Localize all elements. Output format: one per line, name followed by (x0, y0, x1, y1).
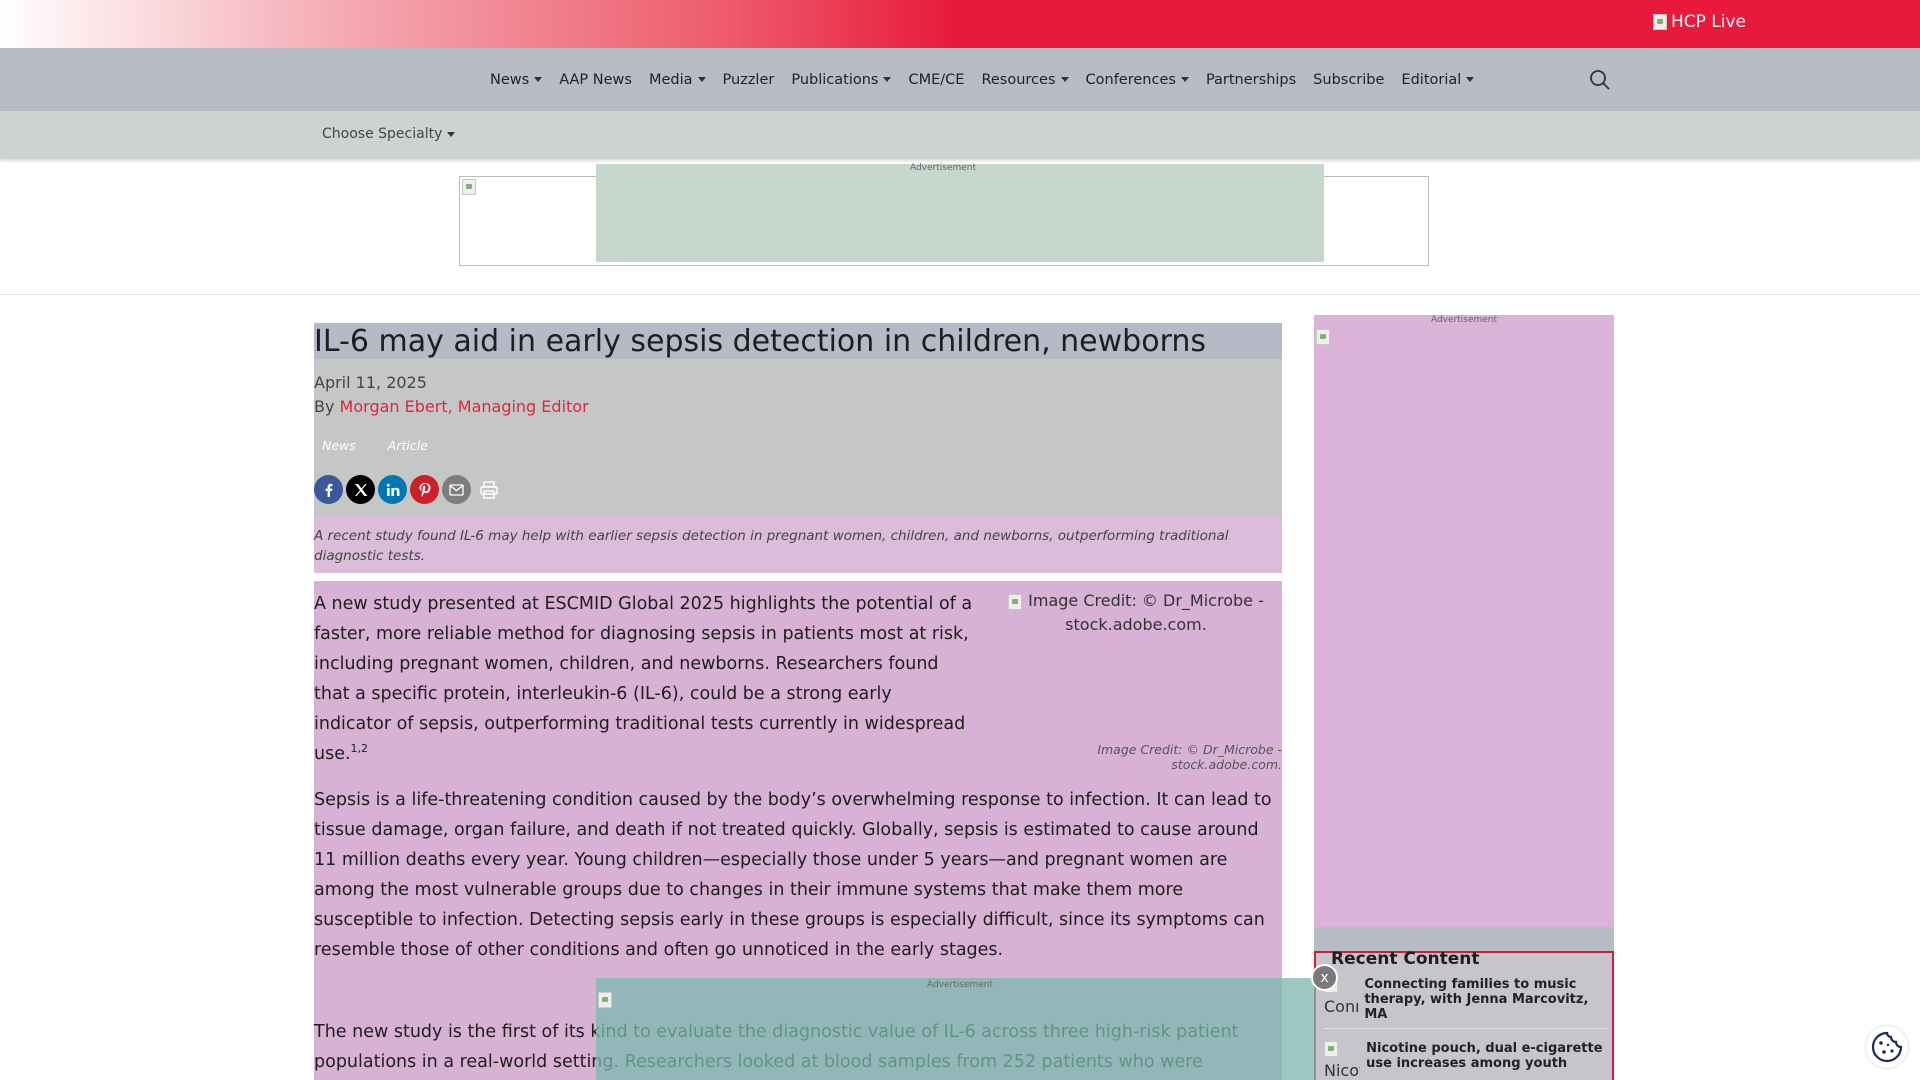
nav-item-puzzler[interactable]: Puzzler (723, 72, 775, 88)
nav-item-label: AAP News (559, 71, 632, 88)
nav-item-cme-ce[interactable]: CME/CE (908, 72, 964, 88)
recent-item[interactable]: Connecting Connecting families to music … (1324, 977, 1608, 1029)
facebook-icon[interactable] (314, 475, 343, 504)
broken-image-icon (1652, 14, 1667, 30)
author-link[interactable]: Morgan Ebert, Managing Editor (340, 397, 589, 416)
sidebar-ad-label: Advertisement (1430, 315, 1498, 325)
email-icon[interactable] (442, 475, 471, 504)
search-icon[interactable] (1588, 68, 1612, 92)
linkedin-icon[interactable] (378, 475, 407, 504)
recent-content-title: Recent Content (1331, 949, 1480, 969)
caret-down-icon (1060, 77, 1069, 82)
broken-image-icon (1324, 1041, 1338, 1057)
nav-item-label: Partnerships (1205, 71, 1297, 88)
close-ad-button[interactable]: x (1311, 964, 1338, 991)
tag-article[interactable]: Article (388, 438, 428, 453)
recent-item-title: Connecting families to music therapy, wi… (1364, 977, 1589, 1022)
print-icon[interactable] (474, 475, 503, 504)
broken-image-icon (462, 179, 476, 195)
broken-image-icon (1316, 329, 1330, 345)
nav-item-media[interactable]: Media (649, 72, 706, 88)
broken-image-icon (598, 992, 612, 1008)
brand-bar: HCP Live (0, 0, 1920, 48)
choose-specialty-label: Choose Specialty (322, 126, 443, 142)
paragraph-1-text: A new study presented at ESCMID Global 2… (314, 594, 973, 764)
nav-item-label: Resources (981, 71, 1056, 88)
recent-content-panel: Recent Content Connecting Connecting fam… (1314, 949, 1614, 1080)
tag-news[interactable]: News (322, 438, 356, 453)
article-date: April 11, 2025 (314, 373, 427, 392)
article-title: IL-6 may aid in early sepsis detection i… (314, 324, 1207, 359)
paragraph-1: A new study presented at ESCMID Global 2… (314, 589, 974, 769)
header-divider (0, 294, 1920, 295)
nav-item-resources[interactable]: Resources (981, 71, 1069, 88)
main-navigation: News AAP News Media Puzzler Publications CME/… (0, 48, 1920, 111)
nav-item-partnerships[interactable]: Partnerships (1206, 72, 1296, 88)
choose-specialty-dropdown[interactable]: Choose Specialty (322, 126, 456, 142)
share-buttons (314, 475, 503, 504)
image-caption: Image Credit: © Dr_Microbe - stock.adobe… (1097, 742, 1282, 772)
nav-item-subscribe[interactable]: Subscribe (1313, 72, 1384, 88)
article-header: IL-6 may aid in early sepsis detection i… (314, 323, 1282, 516)
nav-item-label: Puzzler (722, 71, 775, 88)
nav-item-label: Conferences (1085, 71, 1176, 88)
broken-image-icon (1008, 593, 1023, 610)
caret-down-icon (1180, 77, 1189, 82)
x-twitter-icon[interactable] (346, 475, 375, 504)
thumbnail-alt-text: Connecting (1324, 997, 1358, 1016)
caret-down-icon (697, 77, 706, 82)
cookie-settings-button[interactable] (1866, 1026, 1908, 1068)
paragraph-2: Sepsis is a life-threatening condition c… (314, 790, 1272, 960)
specialty-bar: Choose Specialty (0, 111, 1920, 159)
article-image: Image Credit: © Dr_Microbe - stock.adobe… (991, 589, 1281, 637)
recent-item-title: Nicotine pouch, dual e-cigarette use inc… (1366, 1041, 1603, 1071)
nav-item-label: Editorial (1401, 71, 1462, 88)
caret-down-icon (534, 77, 543, 82)
sidebar-spacer (1314, 927, 1614, 951)
logo-alt-text: HCP Live (1670, 12, 1746, 32)
nav-item-aap-news[interactable]: AAP News (559, 72, 632, 88)
nav-item-label: Media (648, 71, 693, 88)
reference-superscript[interactable]: 1,2 (351, 742, 369, 755)
nav-item-conferences[interactable]: Conferences (1086, 72, 1189, 88)
nav-item-news[interactable]: News (490, 71, 543, 88)
nav-item-label: News (490, 71, 530, 88)
nav-item-publications[interactable]: Publications (791, 71, 892, 88)
nav-items: News AAP News Media Puzzler Publications CME/… (490, 48, 1491, 111)
nav-item-label: CME/CE (908, 71, 965, 88)
bottom-sticky-ad[interactable]: Advertisement (596, 978, 1316, 1080)
byline: By Morgan Ebert, Managing Editor (314, 397, 589, 416)
summary-band: A recent study found IL-6 may help with … (314, 516, 1282, 573)
caret-down-icon (1466, 77, 1475, 82)
pinterest-icon[interactable] (410, 475, 439, 504)
nav-item-label: Subscribe (1313, 71, 1385, 88)
byline-prefix: By (314, 397, 335, 416)
top-ad-label: Advertisement (909, 163, 977, 173)
hcp-live-logo[interactable]: HCP Live (1652, 12, 1746, 32)
image-alt-text: Image Credit: © Dr_Microbe - stock.adobe… (1028, 591, 1264, 634)
bottom-ad-label: Advertisement (926, 980, 994, 990)
nav-item-label: Publications (791, 71, 879, 88)
article-summary: A recent study found IL-6 may help with … (314, 528, 1229, 564)
caret-down-icon (883, 77, 892, 82)
top-ad-overlay[interactable] (596, 164, 1324, 262)
caret-down-icon (447, 131, 456, 137)
sidebar-ad[interactable]: Advertisement (1314, 315, 1614, 927)
thumbnail-alt-text: Nicotine (1324, 1061, 1360, 1080)
recent-item-thumbnail: Nicotine (1324, 1041, 1360, 1080)
cookie-icon (1871, 1031, 1903, 1063)
recent-item[interactable]: Nicotine Nicotine pouch, dual e-cigarett… (1324, 1041, 1608, 1080)
article-tags: News Article (322, 438, 428, 453)
nav-item-editorial[interactable]: Editorial (1401, 71, 1475, 88)
